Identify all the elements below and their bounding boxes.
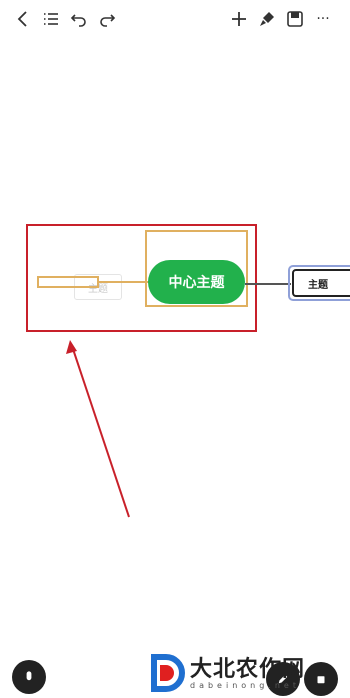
child-topic-node[interactable]: 主题 (292, 269, 350, 297)
child-connector-line (245, 283, 291, 285)
microphone-button[interactable] (12, 660, 46, 694)
watermark-cn: 大北农作网 (190, 655, 306, 682)
drag-drop-placeholder (37, 276, 99, 288)
center-topic-node[interactable]: 中心主题 (148, 260, 245, 304)
watermark-logo-icon (151, 654, 185, 692)
back-chevron-icon[interactable] (12, 8, 34, 30)
microphone-icon (26, 671, 32, 681)
watermark: 大北农作网 dabeinong.net (150, 652, 305, 694)
outline-list-icon[interactable] (40, 8, 62, 30)
add-icon[interactable] (228, 8, 250, 30)
save-icon[interactable] (284, 8, 306, 30)
top-toolbar: ··· (0, 0, 350, 38)
drag-connector-line (99, 281, 149, 283)
annotation-arrow (66, 340, 130, 518)
undo-icon[interactable] (68, 8, 90, 30)
watermark-en: dabeinong.net (190, 680, 300, 690)
copy-icon (317, 676, 325, 684)
copy-button[interactable] (304, 662, 338, 696)
style-brush-icon[interactable] (256, 8, 278, 30)
more-icon[interactable]: ··· (312, 8, 334, 30)
redo-icon[interactable] (96, 8, 118, 30)
